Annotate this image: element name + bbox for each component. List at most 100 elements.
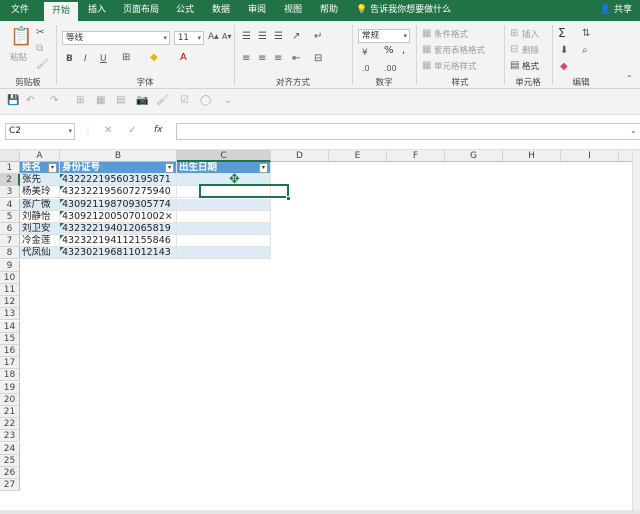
row-header-18[interactable]: 18 bbox=[0, 369, 20, 382]
column-header-d[interactable]: D bbox=[271, 150, 329, 162]
id-number-cell[interactable]: 432302196811012143 bbox=[60, 247, 177, 260]
insert-cells-button[interactable]: 插入 bbox=[522, 28, 539, 40]
name-cell[interactable]: 冷金莲 bbox=[20, 235, 60, 248]
birthdate-cell[interactable] bbox=[177, 235, 271, 248]
row-header-19[interactable]: 19 bbox=[0, 381, 20, 394]
font-color-icon[interactable]: A bbox=[180, 52, 187, 64]
column-header-i[interactable]: I bbox=[561, 150, 619, 162]
row-header-25[interactable]: 25 bbox=[0, 454, 20, 467]
autosum-button[interactable]: Σ bbox=[558, 26, 566, 40]
decrease-decimal-icon[interactable]: .00 bbox=[384, 63, 397, 75]
id-number-cell[interactable]: 43092120050701002× bbox=[60, 210, 177, 223]
expand-formula-icon[interactable]: ⌄ bbox=[630, 125, 637, 137]
row-header-4[interactable]: 4 bbox=[0, 198, 20, 211]
fill-color-icon[interactable]: ◆ bbox=[150, 52, 158, 64]
row-header-15[interactable]: 15 bbox=[0, 332, 20, 345]
cancel-icon[interactable]: ✕ bbox=[104, 125, 112, 137]
cut-icon[interactable]: ✂ bbox=[36, 27, 44, 39]
row-header-3[interactable]: 3 bbox=[0, 186, 20, 199]
table-header-cell[interactable]: 姓名 ▾ bbox=[20, 162, 60, 174]
row-header-27[interactable]: 27 bbox=[0, 479, 20, 492]
percent-button[interactable]: % bbox=[384, 45, 394, 56]
row-header-24[interactable]: 24 bbox=[0, 442, 20, 455]
formula-input[interactable] bbox=[176, 123, 640, 140]
enter-icon[interactable]: ✓ bbox=[128, 125, 136, 137]
column-header-f[interactable]: F bbox=[387, 150, 445, 162]
column-header-g[interactable]: G bbox=[445, 150, 503, 162]
column-header-a[interactable]: A bbox=[20, 150, 60, 162]
name-cell[interactable]: 代凤仙 bbox=[20, 247, 60, 260]
name-cell[interactable]: 刘静怡 bbox=[20, 210, 60, 223]
tab-page-layout[interactable]: 页面布局 bbox=[118, 0, 164, 21]
copy-icon[interactable]: ⧉ bbox=[36, 43, 43, 55]
sort-filter-icon[interactable]: ⇅ bbox=[582, 28, 590, 40]
select-all-corner[interactable] bbox=[0, 150, 20, 162]
fill-handle[interactable] bbox=[286, 196, 291, 202]
row-header-6[interactable]: 6 bbox=[0, 223, 20, 235]
currency-icon[interactable]: ¥ bbox=[362, 47, 368, 59]
number-format-combo[interactable]: 常规 ▾ bbox=[358, 29, 410, 43]
paste-icon[interactable]: 📋 bbox=[10, 27, 32, 47]
underline-icon[interactable]: U bbox=[100, 53, 107, 65]
circle-icon[interactable]: ◯ bbox=[200, 95, 211, 107]
row-header-1[interactable]: 1 bbox=[0, 162, 20, 174]
column-header-c[interactable]: C bbox=[177, 150, 271, 162]
spreadsheet-grid[interactable]: ABCDEFGHIJ 12345678910111213141516171819… bbox=[0, 150, 632, 510]
row-header-22[interactable]: 22 bbox=[0, 418, 20, 431]
name-cell[interactable]: 张广微 bbox=[20, 198, 60, 211]
row-header-21[interactable]: 21 bbox=[0, 406, 20, 418]
row-header-14[interactable]: 14 bbox=[0, 320, 20, 333]
format-as-table-button[interactable]: 套用表格格式 bbox=[434, 44, 485, 56]
name-cell[interactable]: 张先 bbox=[20, 174, 60, 187]
align-left-icon[interactable]: ≡ bbox=[242, 53, 250, 65]
paste-button[interactable]: 粘贴 bbox=[10, 51, 27, 63]
align-center-icon[interactable]: ≡ bbox=[258, 53, 266, 65]
table-header-cell[interactable]: 出生日期 ▾ bbox=[177, 162, 271, 174]
font-size-combo[interactable]: 11 ▾ bbox=[174, 31, 204, 45]
row-header-17[interactable]: 17 bbox=[0, 357, 20, 370]
row-header-10[interactable]: 10 bbox=[0, 271, 20, 284]
align-bottom-icon[interactable]: ☰ bbox=[274, 31, 283, 43]
row-header-5[interactable]: 5 bbox=[0, 210, 20, 223]
id-number-cell[interactable]: 432222195603195871 bbox=[60, 174, 177, 187]
tab-help[interactable]: 帮助 bbox=[312, 0, 346, 21]
merge-center-icon[interactable]: ⊟ bbox=[314, 53, 322, 65]
tab-insert[interactable]: 插入 bbox=[80, 0, 114, 21]
column-header-j[interactable]: J bbox=[619, 150, 632, 162]
paint-icon[interactable]: 🖌 bbox=[156, 95, 169, 107]
align-middle-icon[interactable]: ☰ bbox=[258, 31, 267, 43]
filter-dropdown-icon[interactable]: ▾ bbox=[48, 163, 57, 173]
delete-cells-button[interactable]: 删除 bbox=[522, 44, 539, 56]
shrink-font-icon[interactable]: A▾ bbox=[222, 31, 232, 43]
format-painter-icon[interactable]: 🖌 bbox=[36, 59, 49, 71]
row-header-26[interactable]: 26 bbox=[0, 467, 20, 479]
comma-button[interactable]: , bbox=[402, 45, 405, 56]
align-top-icon[interactable]: ☰ bbox=[242, 31, 251, 43]
border-icon[interactable]: ⊞ bbox=[122, 52, 130, 64]
birthdate-cell[interactable] bbox=[177, 210, 271, 223]
bold-icon[interactable]: B bbox=[66, 53, 73, 65]
column-header-h[interactable]: H bbox=[503, 150, 561, 162]
column-header-e[interactable]: E bbox=[329, 150, 387, 162]
customize-icon[interactable]: ⌄ bbox=[224, 95, 232, 107]
id-number-cell[interactable]: 432322194012065819 bbox=[60, 223, 177, 235]
filter-dropdown-icon[interactable]: ▾ bbox=[259, 163, 268, 173]
italic-icon[interactable]: I bbox=[84, 53, 87, 65]
row-header-23[interactable]: 23 bbox=[0, 430, 20, 443]
horizontal-scrollbar[interactable] bbox=[0, 510, 640, 514]
tab-formulas[interactable]: 公式 bbox=[168, 0, 202, 21]
tab-file[interactable]: 文件 bbox=[2, 0, 38, 21]
increase-decimal-icon[interactable]: .0 bbox=[362, 63, 370, 75]
insert-function-button[interactable]: fx bbox=[154, 125, 163, 135]
collapse-ribbon-icon[interactable]: ⌃ bbox=[626, 73, 633, 85]
row-header-16[interactable]: 16 bbox=[0, 345, 20, 357]
name-box[interactable]: C2 ▾ bbox=[5, 123, 75, 140]
id-number-cell[interactable]: 430921198709305774 bbox=[60, 198, 177, 211]
id-number-cell[interactable]: 432322194112155846 bbox=[60, 235, 177, 248]
undo-icon[interactable]: ↶ bbox=[26, 95, 34, 107]
share-button[interactable]: 👤 共享 bbox=[600, 0, 632, 21]
row-header-20[interactable]: 20 bbox=[0, 393, 20, 406]
cell-styles-button[interactable]: 单元格样式 bbox=[434, 60, 477, 72]
checklist-icon[interactable]: ☑ bbox=[180, 95, 189, 107]
font-name-combo[interactable]: 等线 ▾ bbox=[62, 31, 170, 45]
